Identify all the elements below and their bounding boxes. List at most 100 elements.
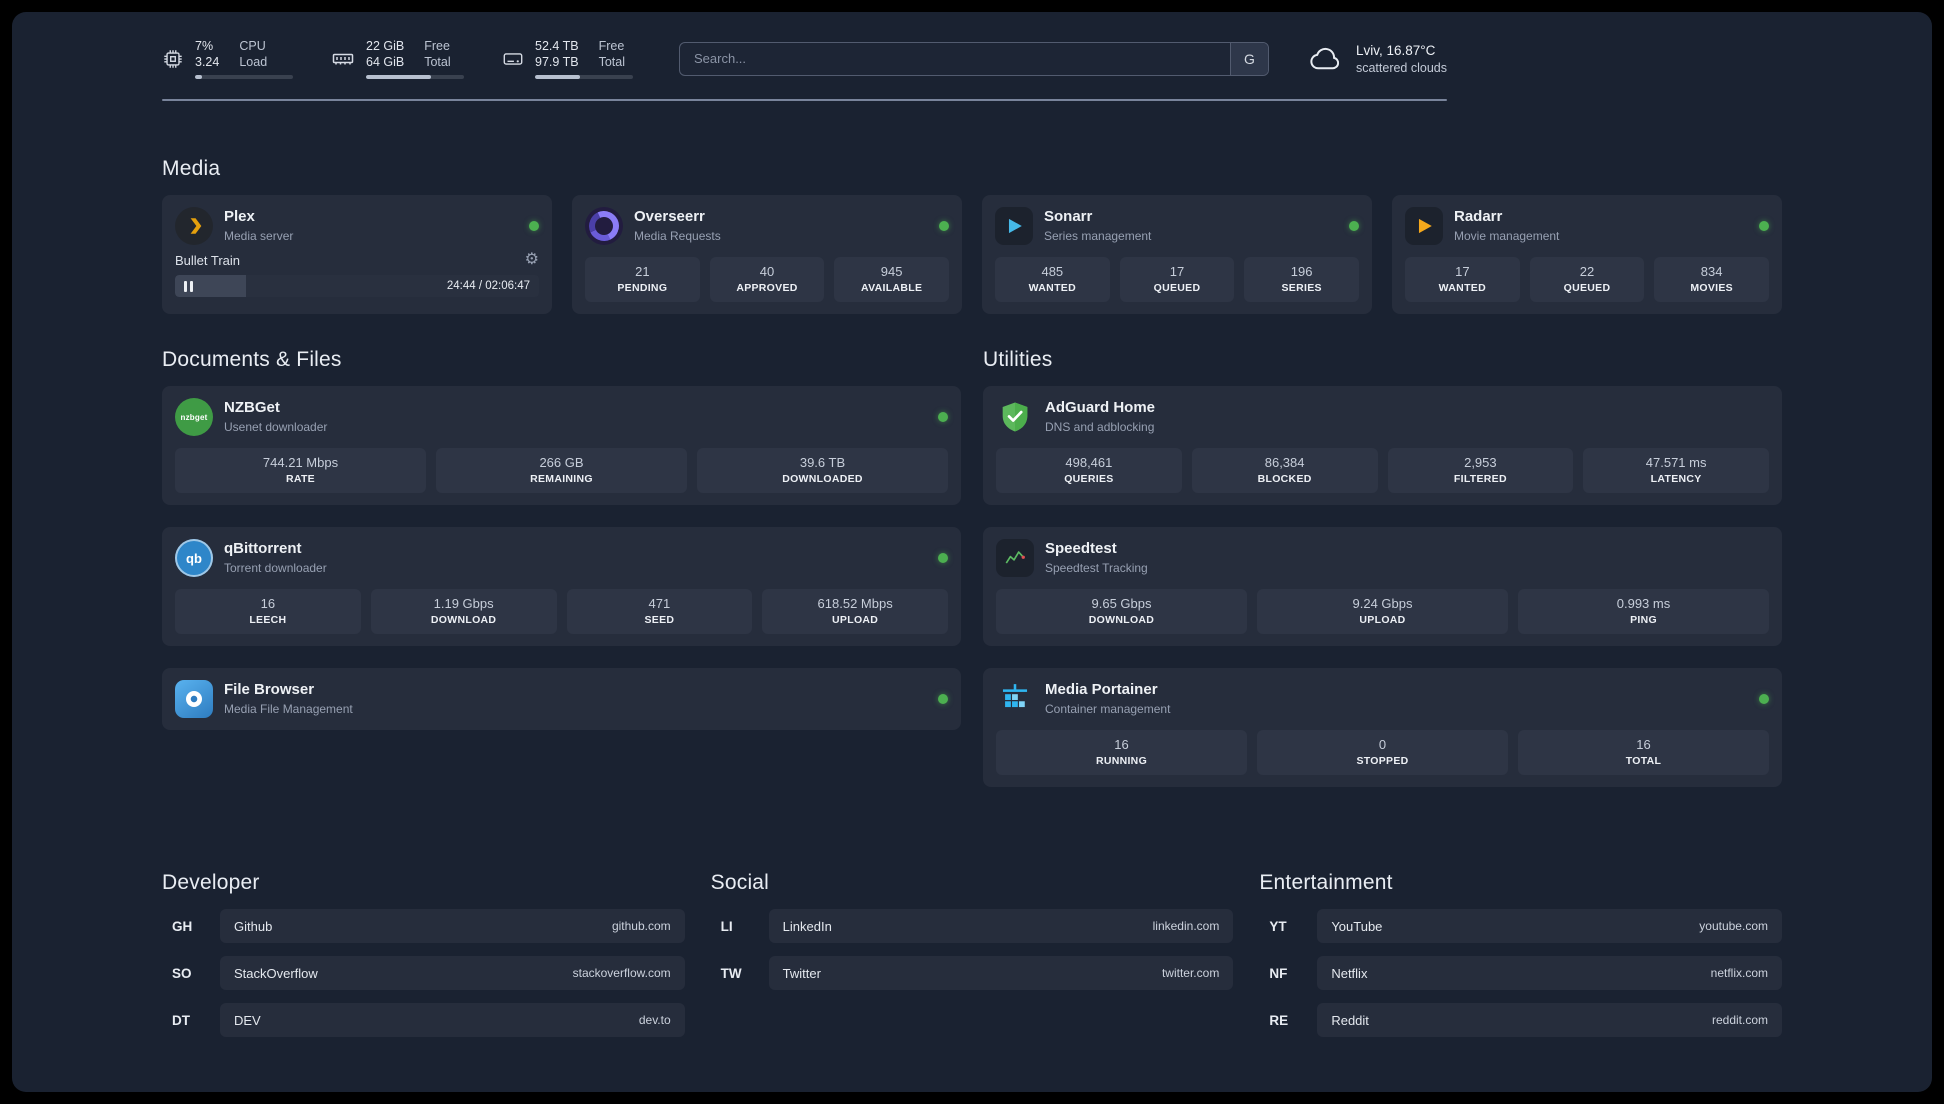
weather-condition: scattered clouds <box>1355 60 1447 75</box>
bookmark-twitter[interactable]: TW Twitter twitter.com <box>711 956 1234 990</box>
search-input[interactable] <box>679 41 1269 76</box>
app-name: qBittorrent <box>224 540 302 558</box>
bookmark-url: linkedin.com <box>1152 919 1220 933</box>
stat-tile: 16 LEECH <box>175 589 361 634</box>
section-title-developer: Developer <box>162 871 260 894</box>
app-card-overseerr[interactable]: Overseerr Media Requests 21 PENDING 40 APP… <box>572 195 962 314</box>
status-dot <box>938 412 948 422</box>
app-subtitle: Container management <box>1045 702 1171 717</box>
cpu-icon <box>164 49 182 68</box>
gear-icon[interactable]: ⚙ <box>525 252 539 268</box>
nzbget-icon: nzbget <box>175 398 213 436</box>
stat-tile: 266 GB REMAINING <box>436 448 687 493</box>
status-dot <box>938 553 948 563</box>
radarr-icon <box>1405 207 1443 245</box>
stat-tile: 39.6 TB DOWNLOADED <box>697 448 948 493</box>
stat-tile: 2,953 FILTERED <box>1387 448 1574 493</box>
bookmark-url: github.com <box>611 919 671 933</box>
bookmark-abbr: YT <box>1269 918 1287 934</box>
app-card-radarr[interactable]: Radarr Movie management 17 WANTED 22 QUEUE… <box>1392 195 1782 314</box>
disk-free-value: 52.4 TB <box>535 39 579 53</box>
ram-free-value: 22 GiB <box>366 39 405 53</box>
bookmarks-entertainment: Entertainment YT YouTube youtube.com NF N… <box>1259 871 1782 1050</box>
stat-tile: 0 STOPPED <box>1257 730 1508 775</box>
bookmark-reddit[interactable]: RE Reddit reddit.com <box>1259 1003 1782 1037</box>
app-card-plex[interactable]: Plex Media server Bullet Train ⚙ 24:44 /… <box>162 195 552 314</box>
bookmark-abbr: DT <box>172 1012 190 1028</box>
cpu-label: CPU <box>239 39 266 53</box>
app-card-speedtest[interactable]: Speedtest Speedtest Tracking 9.65 Gbps DO… <box>983 527 1782 646</box>
disk-usage-bar-fill <box>535 75 581 79</box>
search-engine-button[interactable]: G <box>1229 42 1268 75</box>
section-title-utilities: Utilities <box>983 348 1053 371</box>
bookmark-stackoverflow[interactable]: SO StackOverflow stackoverflow.com <box>162 956 685 990</box>
bookmark-url: twitter.com <box>1161 966 1220 980</box>
stat-tile: 16 RUNNING <box>996 730 1247 775</box>
bookmark-github[interactable]: GH Github github.com <box>162 909 685 943</box>
stat-tile: 485 WANTED <box>995 257 1110 302</box>
cpu-percent-value: 7% <box>195 39 214 53</box>
dashboard: 7% 3.24 CPU Load 22 GiB 64 GiB Free Tota… <box>12 12 1932 1092</box>
bookmark-url: stackoverflow.com <box>572 966 671 980</box>
bookmarks-developer: Developer GH Github github.com SO StackOv… <box>162 871 685 1050</box>
ram-total-value: 64 GiB <box>366 55 405 69</box>
section-title-media: Media <box>162 157 221 180</box>
bookmark-abbr: LI <box>720 918 733 934</box>
disk-total-label: Total <box>598 55 625 69</box>
ram-icon <box>332 53 354 64</box>
header: 7% 3.24 CPU Load 22 GiB 64 GiB Free Tota… <box>162 38 1447 101</box>
bookmark-name: Twitter <box>782 965 821 981</box>
app-name: Plex <box>224 208 255 226</box>
cpu-load-value: 3.24 <box>195 55 220 69</box>
section-title-documents: Documents & Files <box>162 348 342 371</box>
bookmark-url: youtube.com <box>1699 919 1768 933</box>
section-title-social: Social <box>710 871 770 894</box>
stat-tile: 0.993 ms PING <box>1518 589 1769 634</box>
app-card-filebrowser[interactable]: File Browser Media File Management <box>162 668 961 730</box>
pause-icon[interactable] <box>184 280 193 292</box>
bookmark-dev[interactable]: DT DEV dev.to <box>162 1003 685 1037</box>
app-subtitle: Usenet downloader <box>224 420 328 435</box>
bookmark-name: YouTube <box>1331 918 1383 934</box>
app-name: Overseerr <box>634 208 705 226</box>
app-card-sonarr[interactable]: Sonarr Series management 485 WANTED 17 QUE… <box>982 195 1372 314</box>
cpu-usage-bar-fill <box>195 75 202 79</box>
documents-section: Documents & Files nzbget NZBGet Usenet d… <box>162 348 961 752</box>
app-card-nzbget[interactable]: nzbget NZBGet Usenet downloader 744.21 M… <box>162 386 961 505</box>
app-name: NZBGet <box>224 399 280 417</box>
stat-tile: 9.24 Gbps UPLOAD <box>1257 589 1508 634</box>
disk-icon <box>503 52 523 65</box>
app-name: AdGuard Home <box>1045 399 1156 417</box>
app-card-adguard[interactable]: AdGuard Home DNS and adblocking 498,461 Q… <box>983 386 1782 505</box>
ram-usage-bar-fill <box>366 75 431 79</box>
bookmark-linkedin[interactable]: LI LinkedIn linkedin.com <box>711 909 1234 943</box>
cpu-load-label: Load <box>239 55 268 69</box>
playback-progress-bar[interactable]: 24:44 / 02:06:47 <box>175 275 539 297</box>
playback-time: 24:44 / 02:06:47 <box>446 280 530 292</box>
ram-usage-bar <box>366 75 464 79</box>
disk-total-value: 97.9 TB <box>535 55 579 69</box>
status-dot <box>1759 694 1769 704</box>
stat-tile: 16 TOTAL <box>1518 730 1769 775</box>
stat-tile: 834 MOVIES <box>1654 257 1769 302</box>
stat-tile: 744.21 Mbps RATE <box>175 448 426 493</box>
stat-tile: 47.571 ms LATENCY <box>1583 448 1769 493</box>
app-subtitle: Torrent downloader <box>224 561 327 576</box>
plex-now-playing: Bullet Train ⚙ 24:44 / 02:06:47 <box>175 252 539 297</box>
disk-free-label: Free <box>598 39 625 53</box>
app-subtitle: Media File Management <box>224 702 353 717</box>
stat-tile: 9.65 Gbps DOWNLOAD <box>996 589 1247 634</box>
cpu-usage-bar <box>195 75 293 79</box>
utilities-section: Utilities AdGuard Home DNS and adblockin… <box>983 348 1782 809</box>
bookmark-youtube[interactable]: YT YouTube youtube.com <box>1259 909 1782 943</box>
weather-location: Lviv, 16.87°C <box>1355 42 1436 58</box>
weather-widget: Lviv, 16.87°C scattered clouds <box>1309 42 1447 76</box>
stat-tile: 196 SERIES <box>1244 257 1359 302</box>
stat-tile: 618.52 Mbps UPLOAD <box>762 589 948 634</box>
disk-usage-bar <box>535 75 633 79</box>
bookmark-url: dev.to <box>638 1013 671 1027</box>
app-card-qbittorrent[interactable]: qb qBittorrent Torrent downloader 16 LEEC… <box>162 527 961 646</box>
app-subtitle: Movie management <box>1454 229 1560 244</box>
app-card-portainer[interactable]: Media Portainer Container management 16 R… <box>983 668 1782 787</box>
bookmark-netflix[interactable]: NF Netflix netflix.com <box>1259 956 1782 990</box>
